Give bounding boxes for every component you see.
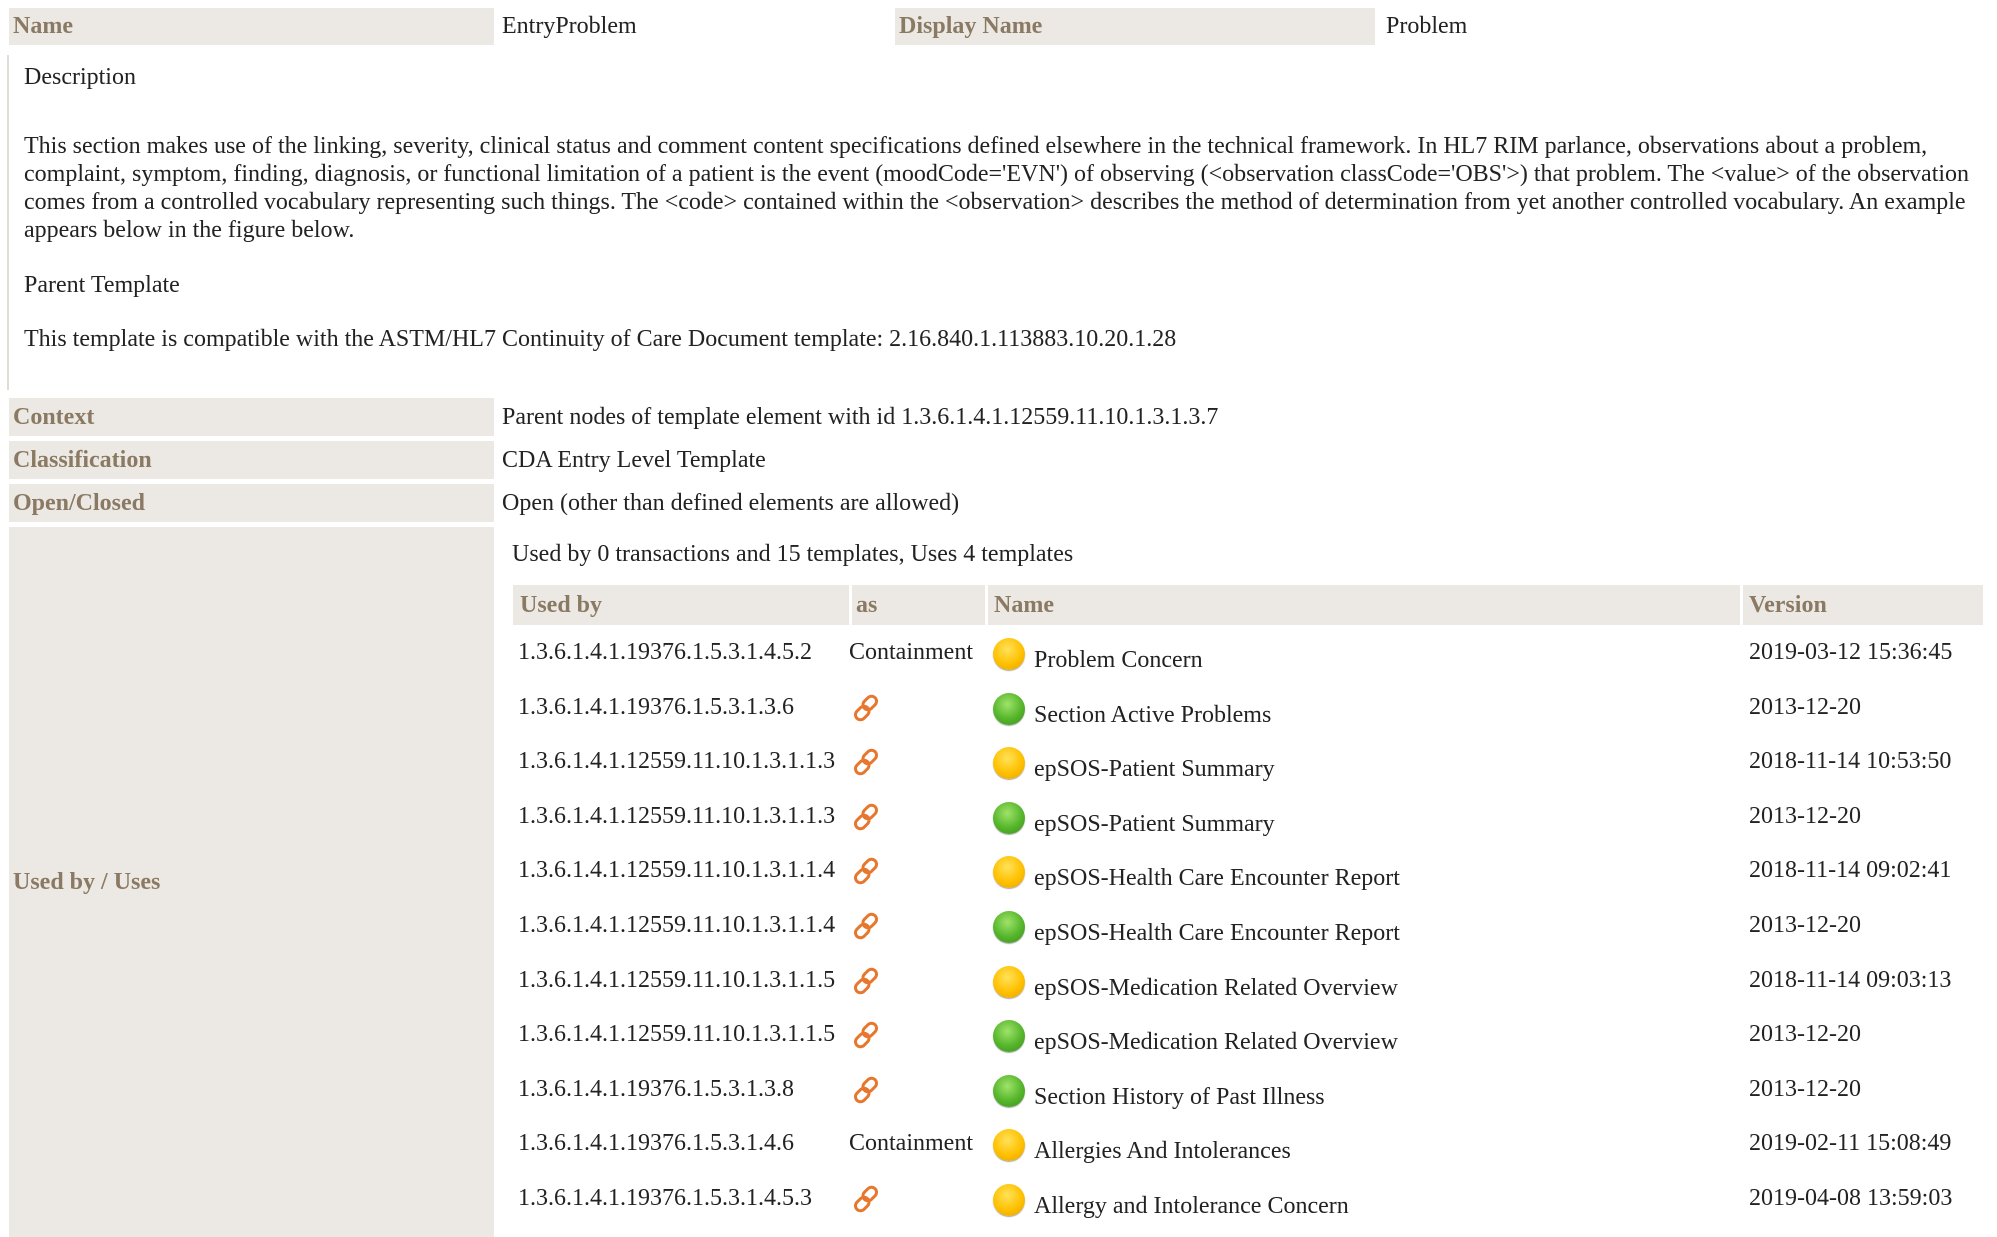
link-icon[interactable] (851, 802, 881, 832)
status-draft-icon (993, 1184, 1025, 1216)
table-row[interactable]: 1.3.6.1.4.1.12559.11.10.1.3.1.1.4 epSOS-H… (513, 909, 1983, 964)
status-draft-icon (993, 966, 1025, 998)
description-left-border (7, 55, 9, 390)
display-name-label: Display Name (895, 8, 1375, 45)
template-version: 2018-11-14 09:02:41 (1749, 857, 1952, 883)
open-closed-label: Open/Closed (9, 484, 494, 522)
classification-value: CDA Entry Level Template (502, 447, 766, 473)
used-by-id[interactable]: 1.3.6.1.4.1.19376.1.5.3.1.3.6 (518, 694, 794, 722)
template-version: 2013-12-20 (1749, 1021, 1861, 1047)
relation-type: Containment (849, 639, 973, 665)
template-name-link[interactable]: Allergies And Intolerances (1034, 1138, 1291, 1166)
table-row[interactable]: 1.3.6.1.4.1.12559.11.10.1.3.1.1.5 epSOS-M… (513, 964, 1983, 1019)
table-row[interactable]: 1.3.6.1.4.1.12559.11.10.1.3.1.1.5 epSOS-M… (513, 1018, 1983, 1073)
table-row[interactable]: 1.3.6.1.4.1.12559.11.10.1.3.1.1.3 epSOS-P… (513, 800, 1983, 855)
context-label: Context (9, 398, 494, 436)
table-row[interactable]: 1.3.6.1.4.1.19376.1.5.3.1.4.6 Containment… (513, 1127, 1983, 1182)
link-icon[interactable] (851, 966, 881, 996)
used-by-id[interactable]: 1.3.6.1.4.1.12559.11.10.1.3.1.1.4 (518, 912, 835, 940)
link-icon[interactable] (851, 1020, 881, 1050)
status-active-icon (993, 1075, 1025, 1107)
template-version: 2013-12-20 (1749, 1076, 1861, 1102)
column-divider (849, 585, 852, 625)
table-row[interactable]: 1.3.6.1.4.1.19376.1.5.3.1.4.5.2 Containme… (513, 636, 1983, 691)
table-row[interactable]: 1.3.6.1.4.1.12559.11.10.1.3.1.1.4 epSOS-H… (513, 854, 1983, 909)
template-name-link[interactable]: epSOS-Patient Summary (1034, 811, 1275, 839)
status-active-icon (993, 802, 1025, 834)
description-text: This section makes use of the linking, s… (24, 133, 1970, 243)
template-name-link[interactable]: Allergy and Intolerance Concern (1034, 1193, 1349, 1221)
used-by-id[interactable]: 1.3.6.1.4.1.12559.11.10.1.3.1.1.3 (518, 748, 835, 776)
column-header-as[interactable]: as (849, 585, 877, 625)
name-label: Name (9, 8, 494, 45)
link-icon[interactable] (851, 1075, 881, 1105)
link-icon[interactable] (851, 856, 881, 886)
status-active-icon (993, 1020, 1025, 1052)
link-icon[interactable] (851, 693, 881, 723)
template-name-link[interactable]: epSOS-Health Care Encounter Report (1034, 865, 1400, 893)
classification-label: Classification (9, 441, 494, 479)
status-active-icon (993, 693, 1025, 725)
template-name-link[interactable]: epSOS-Medication Related Overview (1034, 975, 1398, 1003)
template-version: 2013-12-20 (1749, 912, 1861, 938)
used-by-id[interactable]: 1.3.6.1.4.1.12559.11.10.1.3.1.1.4 (518, 857, 835, 885)
status-draft-icon (993, 747, 1025, 779)
context-value: Parent nodes of template element with id… (502, 404, 1219, 430)
used-by-uses-label: Used by / Uses (9, 527, 494, 1237)
link-icon[interactable] (851, 1184, 881, 1214)
status-active-icon (993, 911, 1025, 943)
open-closed-value: Open (other than defined elements are al… (502, 490, 960, 516)
display-name-value: Problem (1386, 13, 1468, 39)
status-draft-icon (993, 856, 1025, 888)
template-version: 2013-12-20 (1749, 694, 1861, 720)
column-header-version[interactable]: Version (1742, 585, 1827, 625)
template-version: 2019-03-12 15:36:45 (1749, 639, 1953, 665)
template-name-value: EntryProblem (502, 13, 637, 39)
used-by-id[interactable]: 1.3.6.1.4.1.19376.1.5.3.1.3.8 (518, 1076, 794, 1104)
relation-type: Containment (849, 1130, 973, 1156)
template-name-link[interactable]: Problem Concern (1034, 647, 1203, 675)
used-by-id[interactable]: 1.3.6.1.4.1.19376.1.5.3.1.4.5.3 (518, 1185, 812, 1213)
link-icon[interactable] (851, 747, 881, 777)
table-row[interactable]: 1.3.6.1.4.1.12559.11.10.1.3.1.1.3 epSOS-P… (513, 745, 1983, 800)
parent-template-text: This template is compatible with the AST… (24, 326, 1177, 352)
used-by-id[interactable]: 1.3.6.1.4.1.19376.1.5.3.1.4.6 (518, 1130, 794, 1158)
template-name-link[interactable]: Section Active Problems (1034, 702, 1271, 730)
template-name-link[interactable]: epSOS-Medication Related Overview (1034, 1029, 1398, 1057)
template-name-link[interactable]: epSOS-Patient Summary (1034, 756, 1275, 784)
template-version: 2018-11-14 10:53:50 (1749, 748, 1952, 774)
used-by-id[interactable]: 1.3.6.1.4.1.12559.11.10.1.3.1.1.5 (518, 1021, 835, 1049)
template-name-link[interactable]: epSOS-Health Care Encounter Report (1034, 920, 1400, 948)
table-row[interactable]: 1.3.6.1.4.1.19376.1.5.3.1.3.8 Section His… (513, 1073, 1983, 1128)
column-divider (985, 585, 988, 625)
used-by-id[interactable]: 1.3.6.1.4.1.12559.11.10.1.3.1.1.3 (518, 803, 835, 831)
used-by-table-header: Used by as Name Version (513, 585, 1983, 625)
link-icon[interactable] (851, 911, 881, 941)
table-row[interactable]: 1.3.6.1.4.1.19376.1.5.3.1.3.6 Section Act… (513, 691, 1983, 746)
used-by-id[interactable]: 1.3.6.1.4.1.19376.1.5.3.1.4.5.2 (518, 639, 812, 667)
column-divider (1740, 585, 1743, 625)
template-version: 2019-02-11 15:08:49 (1749, 1130, 1952, 1156)
column-header-used-by[interactable]: Used by (513, 585, 602, 625)
template-name-link[interactable]: Section History of Past Illness (1034, 1084, 1325, 1112)
parent-template-heading: Parent Template (24, 272, 180, 298)
used-by-summary: Used by 0 transactions and 15 templates,… (512, 541, 1074, 567)
status-draft-icon (993, 638, 1025, 670)
template-version: 2019-04-08 13:59:03 (1749, 1185, 1953, 1211)
table-row[interactable]: 1.3.6.1.4.1.19376.1.5.3.1.4.5.3 Allergy a… (513, 1182, 1983, 1237)
description-heading: Description (24, 64, 136, 90)
status-draft-icon (993, 1129, 1025, 1161)
template-version: 2013-12-20 (1749, 803, 1861, 829)
template-version: 2018-11-14 09:03:13 (1749, 967, 1952, 993)
column-header-name[interactable]: Name (987, 585, 1054, 625)
used-by-id[interactable]: 1.3.6.1.4.1.12559.11.10.1.3.1.1.5 (518, 967, 835, 995)
